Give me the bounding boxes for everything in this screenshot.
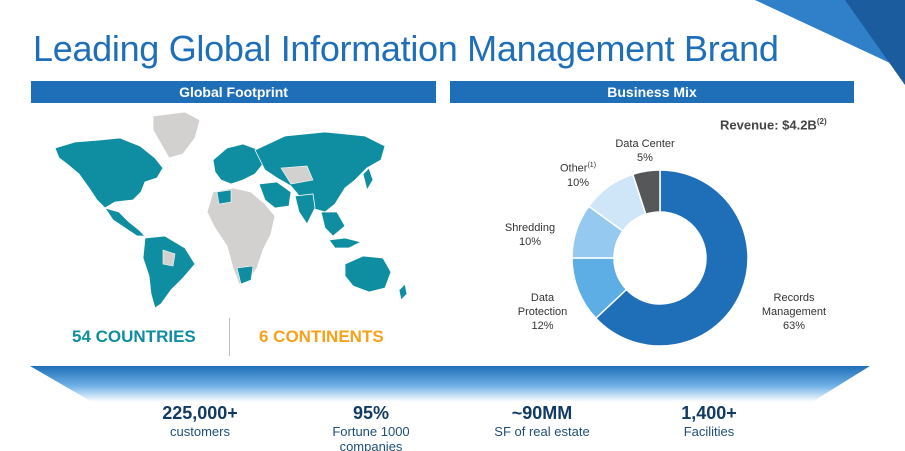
metric-customers-value: 225,000+ [162,403,238,423]
metric-real-estate-label: SF of real estate [494,424,590,439]
metric-fortune-label: Fortune 1000 companies [332,424,410,451]
metric-real-estate: ~90MM SF of real estate [457,402,627,439]
metric-facilities-label: Facilities [683,424,735,439]
metric-fortune: 95% Fortune 1000 companies [286,402,456,451]
metrics-row: 225,000+ customers 95% Fortune 1000 comp… [0,0,905,451]
metric-fortune-value: 95% [352,403,390,423]
metric-customers-label: customers [170,424,230,439]
metric-real-estate-value: ~90MM [511,403,573,423]
metric-facilities: 1,400+ Facilities [624,402,794,439]
metric-facilities-value: 1,400+ [681,403,737,423]
metric-customers: 225,000+ customers [115,402,285,439]
